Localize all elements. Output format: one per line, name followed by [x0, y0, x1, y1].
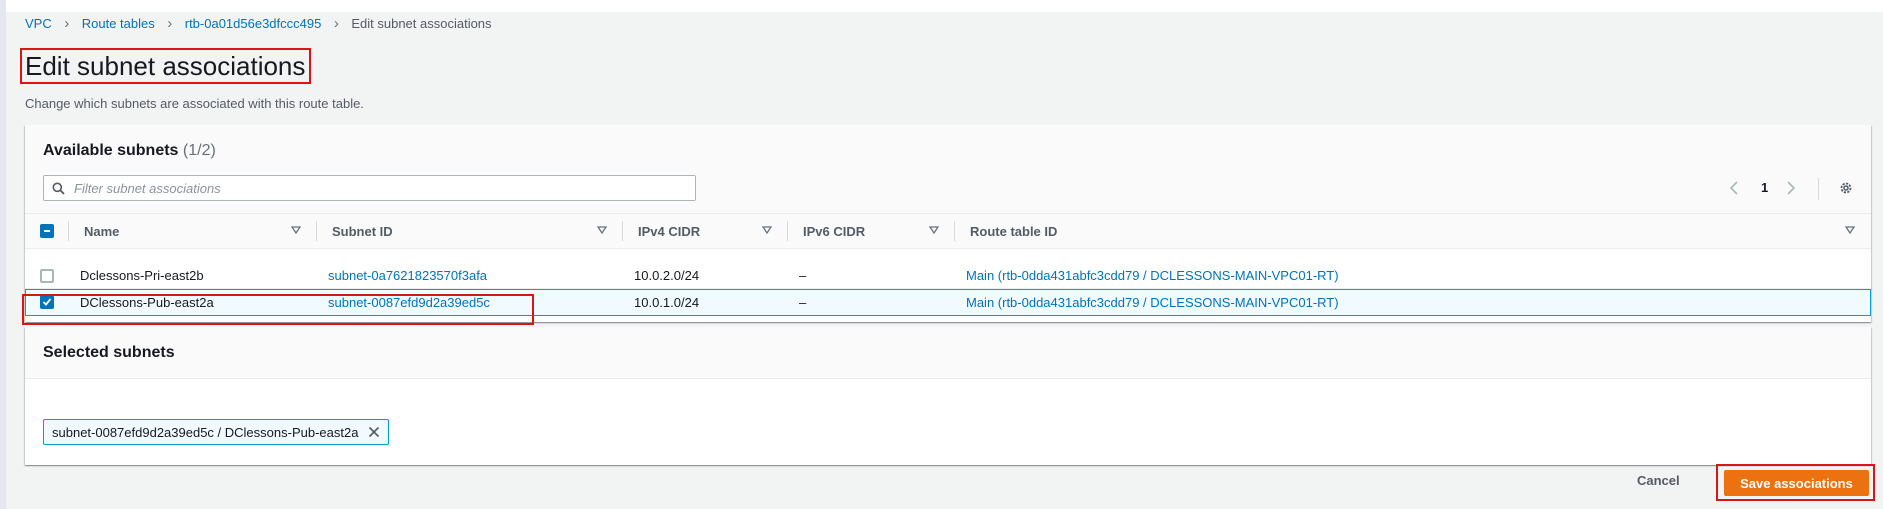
gear-icon[interactable]	[1838, 180, 1854, 196]
left-strip	[0, 0, 6, 509]
column-header-ipv6-cidr[interactable]: IPv6 CIDR	[788, 214, 955, 248]
subnet-name: Dclessons-Pri-east2b	[80, 268, 204, 283]
column-header-route-table-id[interactable]: Route table ID	[955, 214, 1871, 248]
chevron-right-icon: ›	[333, 14, 339, 32]
breadcrumb-vpc[interactable]: VPC	[25, 16, 52, 31]
close-icon	[369, 426, 380, 438]
annotation-box-title	[20, 48, 311, 84]
page-description: Change which subnets are associated with…	[25, 96, 364, 111]
column-header-ipv4-cidr[interactable]: IPv4 CIDR	[623, 214, 788, 248]
search-icon	[52, 182, 65, 195]
sort-caret-icon[interactable]	[1845, 226, 1855, 234]
column-header-name[interactable]: Name	[69, 214, 317, 248]
sort-caret-icon[interactable]	[291, 226, 301, 234]
annotation-box-save	[1716, 464, 1875, 501]
table-row[interactable]: Dclessons-Pri-east2b subnet-0a7621823570…	[25, 262, 1871, 289]
chevron-right-icon[interactable]	[1786, 180, 1796, 196]
chevron-right-icon: ›	[64, 14, 70, 32]
minus-icon	[44, 230, 50, 232]
sort-caret-icon[interactable]	[597, 226, 607, 234]
subnet-id-link[interactable]: subnet-0a7621823570f3afa	[328, 262, 487, 289]
chevron-right-icon: ›	[167, 14, 173, 32]
cancel-button[interactable]: Cancel	[1637, 468, 1680, 492]
filter-box	[43, 175, 696, 201]
route-table-link[interactable]: Main (rtb-0dda431abfc3cdd79 / DCLESSONS-…	[966, 289, 1339, 316]
route-table-link[interactable]: Main (rtb-0dda431abfc3cdd79 / DCLESSONS-…	[966, 262, 1339, 289]
selection-count: (1/2)	[182, 142, 216, 159]
ipv4-cidr: 10.0.2.0/24	[634, 268, 700, 283]
sort-caret-icon[interactable]	[762, 226, 772, 234]
token-label: subnet-0087efd9d2a39ed5c / DClessons-Pub…	[52, 424, 359, 440]
filter-input[interactable]	[74, 179, 684, 197]
row-checkbox[interactable]	[40, 269, 54, 283]
divider	[1818, 178, 1819, 200]
header-select-cell	[25, 214, 69, 248]
ipv6-cidr: –	[799, 268, 807, 283]
available-subnets-title: Available subnets (1/2)	[43, 142, 216, 159]
page-number[interactable]: 1	[1761, 180, 1768, 195]
ipv4-cidr: 10.0.1.0/24	[634, 295, 700, 310]
selected-subnets-panel: Selected subnets subnet-0087efd9d2a39ed5…	[25, 327, 1871, 465]
top-strip	[0, 0, 1883, 12]
sort-caret-icon[interactable]	[929, 226, 939, 234]
column-header-subnet-id[interactable]: Subnet ID	[317, 214, 623, 248]
selected-subnets-header	[25, 327, 1871, 379]
chevron-left-icon[interactable]	[1729, 180, 1739, 196]
table-header: Name Subnet ID IPv4 CIDR IPv6 CIDR Route	[25, 213, 1871, 249]
breadcrumb: VPC › Route tables › rtb-0a01d56e3dfccc4…	[25, 14, 492, 32]
pagination: 1	[1711, 178, 1871, 200]
remove-token-button[interactable]	[368, 426, 380, 438]
select-all-checkbox[interactable]	[40, 224, 54, 238]
selected-subnet-token: subnet-0087efd9d2a39ed5c / DClessons-Pub…	[43, 419, 390, 445]
annotation-box-selected-row	[22, 294, 534, 325]
breadcrumb-current: Edit subnet associations	[351, 15, 492, 31]
available-subnets-panel: Available subnets (1/2) 1	[25, 125, 1871, 322]
breadcrumb-route-tables[interactable]: Route tables	[82, 16, 155, 31]
selected-subnets-title: Selected subnets	[43, 344, 175, 361]
ipv6-cidr: –	[799, 295, 807, 310]
breadcrumb-route-table-id[interactable]: rtb-0a01d56e3dfccc495	[185, 16, 322, 31]
